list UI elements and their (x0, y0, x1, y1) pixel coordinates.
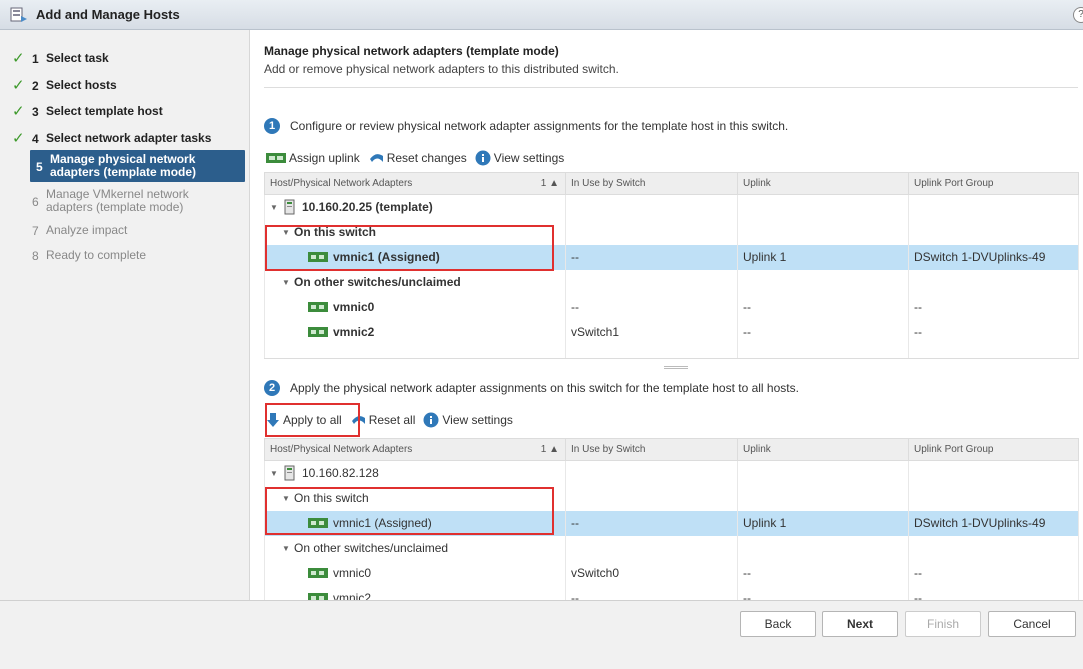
network-adapter-icon (308, 302, 328, 312)
check-icon: ✓ (12, 50, 25, 67)
expand-arrow-icon[interactable]: ▼ (282, 544, 294, 553)
step-label: Select hosts (46, 78, 117, 92)
step-label: Manage VMkernel network adapters (templa… (46, 187, 189, 214)
table-header: Host/Physical Network Adapters 1 ▲ In Use… (264, 172, 1079, 195)
assign-uplink-icon (266, 153, 286, 163)
undo-icon (369, 154, 383, 162)
network-adapter-icon (308, 327, 328, 337)
column-header[interactable]: Uplink Port Group (908, 172, 1079, 195)
table-row-adapter[interactable]: vmnic0 -- -- -- (264, 294, 1079, 320)
apply-to-all-button[interactable]: Apply to all (266, 412, 342, 428)
column-header[interactable]: Host/Physical Network Adapters 1 ▲ (264, 438, 566, 461)
table-row-adapter[interactable]: vmnic1 (Assigned) -- Uplink 1 DSwitch 1-… (264, 244, 1079, 270)
all-hosts-adapters-table: Host/Physical Network Adapters 1 ▲ In Use… (264, 438, 1079, 625)
step-label: Select template host (46, 104, 163, 118)
table-row-group[interactable]: ▼ On other switches/unclaimed (264, 269, 1079, 295)
column-header[interactable]: In Use by Switch (565, 438, 738, 461)
main-content: Manage physical network adapters (templa… (251, 30, 1083, 625)
arrow-down-icon (267, 413, 279, 427)
expand-arrow-icon[interactable]: ▼ (270, 469, 282, 478)
column-header[interactable]: Host/Physical Network Adapters 1 ▲ (264, 172, 566, 195)
step-select-template-host[interactable]: ✓ 3 Select template host (0, 103, 249, 120)
step-badge: 2 (264, 380, 280, 396)
expand-arrow-icon[interactable]: ▼ (282, 278, 294, 287)
expand-arrow-icon[interactable]: ▼ (282, 494, 294, 503)
column-header[interactable]: Uplink (737, 172, 909, 195)
finish-button[interactable]: Finish (905, 611, 981, 637)
help-icon[interactable]: ? (1073, 7, 1083, 23)
section1-toolbar: Assign uplink Reset changes View setting… (266, 150, 572, 166)
step-manage-physical-adapters[interactable]: 5 Manage physical network adapters (temp… (30, 150, 245, 182)
step-label: Manage physical network adapters (templa… (50, 152, 197, 179)
page-title: Manage physical network adapters (templa… (264, 44, 559, 58)
network-adapter-icon (308, 568, 328, 578)
step-manage-vmkernel-adapters: 6 Manage VMkernel network adapters (temp… (32, 187, 189, 214)
info-icon (475, 150, 491, 166)
expand-arrow-icon[interactable]: ▼ (282, 228, 294, 237)
undo-icon (351, 416, 365, 424)
table-row-host[interactable]: ▼ 10.160.82.128 (264, 460, 1079, 486)
info-icon (423, 412, 439, 428)
assign-uplink-button[interactable]: Assign uplink (266, 151, 360, 165)
wizard-steps-sidebar: ✓ 1 Select task ✓ 2 Select hosts ✓ 3 Sel… (0, 30, 250, 600)
step-label: Select network adapter tasks (46, 131, 212, 145)
window-titlebar: Add and Manage Hosts ? (0, 0, 1083, 30)
table-row-group[interactable]: ▼ On other switches/unclaimed (264, 535, 1079, 561)
step-select-hosts[interactable]: ✓ 2 Select hosts (0, 77, 249, 94)
column-header[interactable]: Uplink (737, 438, 909, 461)
check-icon: ✓ (12, 103, 25, 120)
table-empty-row (264, 344, 1079, 359)
column-header[interactable]: Uplink Port Group (908, 438, 1079, 461)
sort-asc-icon: 1 ▲ (540, 444, 559, 455)
table-row-adapter[interactable]: vmnic1 (Assigned) -- Uplink 1 DSwitch 1-… (264, 510, 1079, 536)
next-button[interactable]: Next (822, 611, 898, 637)
section1-heading: 1 Configure or review physical network a… (264, 118, 788, 134)
check-icon: ✓ (12, 130, 25, 147)
table-header: Host/Physical Network Adapters 1 ▲ In Use… (264, 438, 1079, 461)
window-title: Add and Manage Hosts (36, 7, 180, 22)
view-settings-button[interactable]: View settings (475, 150, 564, 166)
section2-toolbar: Apply to all Reset all View settings (266, 412, 521, 428)
reset-all-button[interactable]: Reset all (350, 413, 415, 427)
section1-instruction: Configure or review physical network ada… (290, 119, 789, 133)
host-server-icon (284, 465, 295, 481)
back-button[interactable]: Back (740, 611, 816, 637)
step-badge: 1 (264, 118, 280, 134)
add-host-icon (10, 7, 27, 22)
section2-heading: 2 Apply the physical network adapter ass… (264, 380, 799, 396)
host-server-icon (284, 199, 295, 215)
table-row-host[interactable]: ▼ 10.160.20.25 (template) (264, 194, 1079, 220)
step-label: Ready to complete (46, 248, 147, 262)
step-select-task[interactable]: ✓ 1 Select task (0, 50, 249, 67)
column-header[interactable]: In Use by Switch (565, 172, 738, 195)
step-ready-to-complete: 8 Ready to complete (32, 248, 147, 264)
expand-arrow-icon[interactable]: ▼ (270, 203, 282, 212)
template-host-adapters-table: Host/Physical Network Adapters 1 ▲ In Use… (264, 172, 1079, 359)
table-row-adapter[interactable]: vmnic0 vSwitch0 -- -- (264, 560, 1079, 586)
cancel-button[interactable]: Cancel (988, 611, 1076, 637)
reset-changes-button[interactable]: Reset changes (368, 151, 467, 165)
section2-instruction: Apply the physical network adapter assig… (290, 381, 799, 395)
wizard-footer: Back Next Finish Cancel (0, 600, 1083, 669)
step-label: Analyze impact (46, 223, 128, 237)
check-icon: ✓ (12, 77, 25, 94)
network-adapter-icon (308, 252, 328, 262)
table-row-adapter[interactable]: vmnic2 vSwitch1 -- -- (264, 319, 1079, 345)
pane-splitter-handle[interactable] (664, 366, 688, 369)
page-subtitle: Add or remove physical network adapters … (264, 62, 619, 76)
divider (264, 87, 1078, 88)
table-row-group[interactable]: ▼ On this switch (264, 485, 1079, 511)
step-label: Select task (46, 51, 109, 65)
sort-asc-icon: 1 ▲ (540, 178, 559, 189)
view-settings-button[interactable]: View settings (423, 412, 513, 428)
network-adapter-icon (308, 518, 328, 528)
step-select-network-adapter-tasks[interactable]: ✓ 4 Select network adapter tasks (0, 130, 249, 147)
step-analyze-impact: 7 Analyze impact (32, 223, 128, 239)
table-row-group[interactable]: ▼ On this switch (264, 219, 1079, 245)
